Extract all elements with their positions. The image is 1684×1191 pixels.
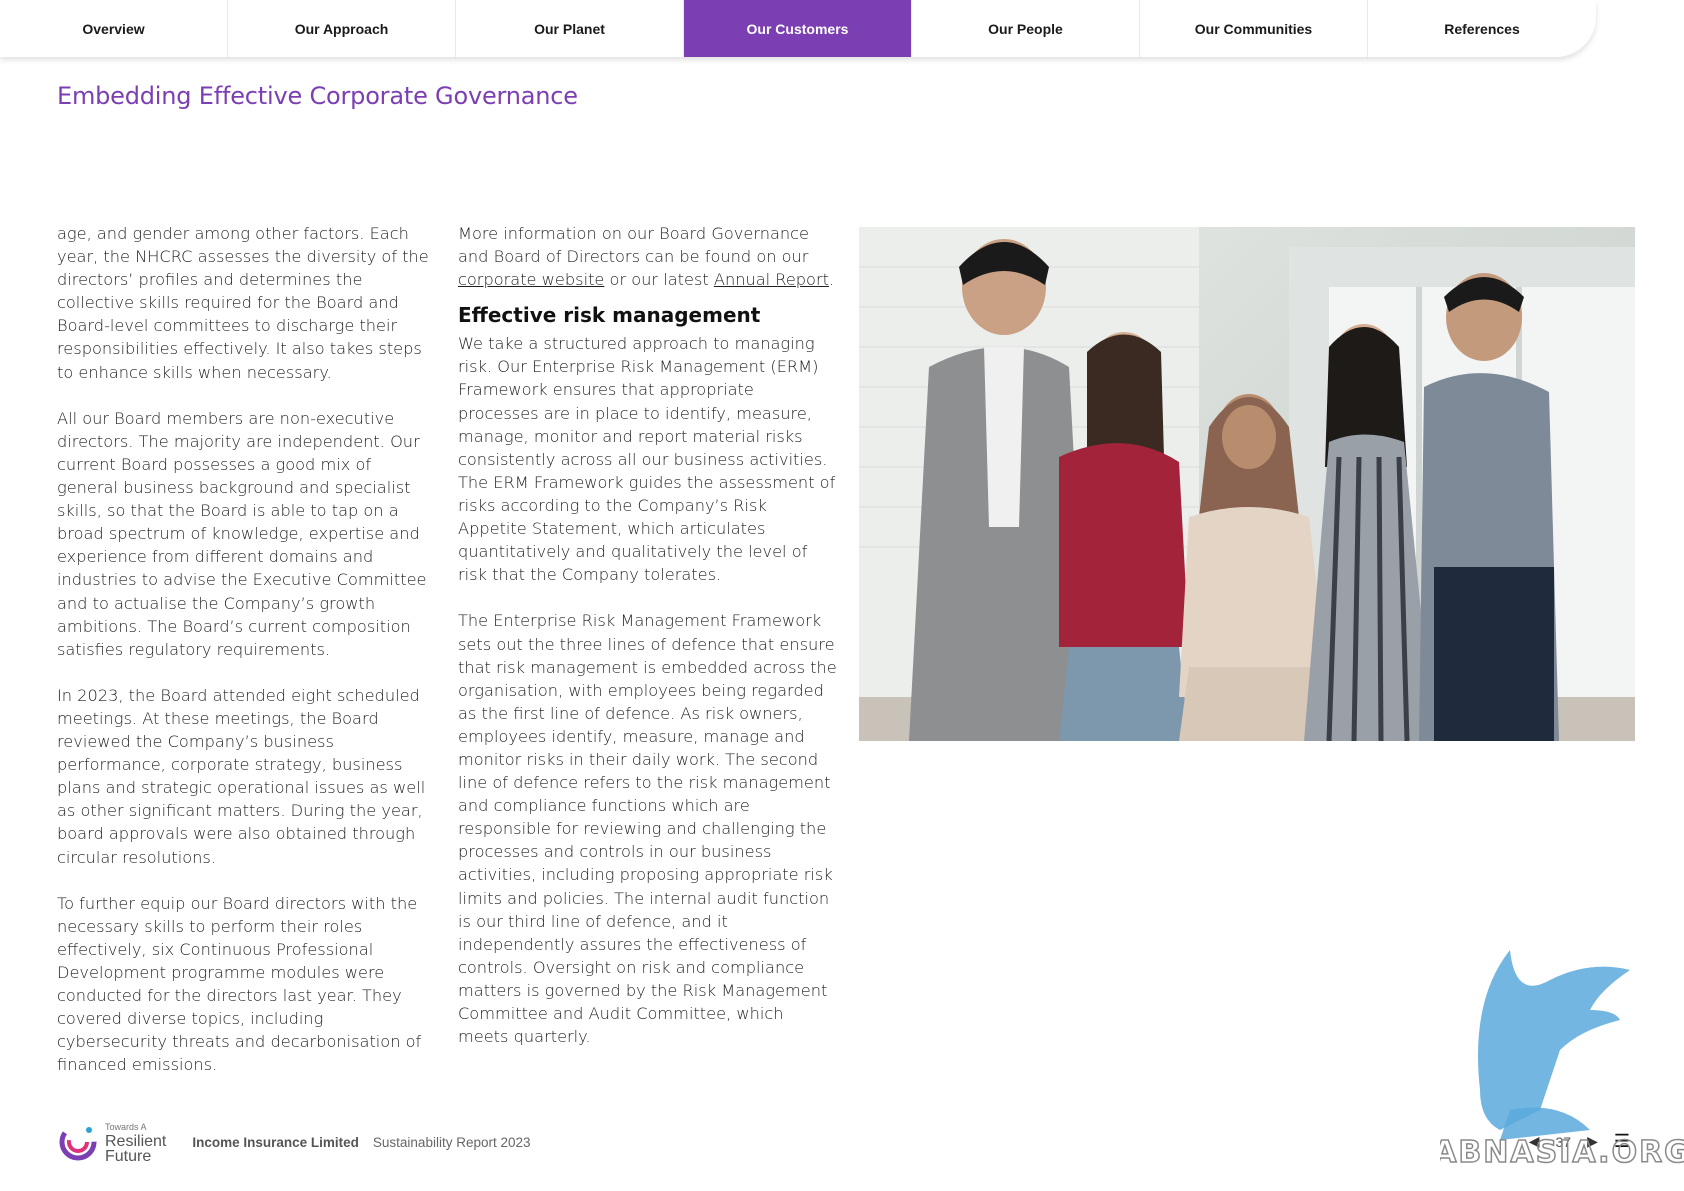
- tab-our-customers[interactable]: Our Customers: [684, 0, 912, 57]
- paragraph: All our Board members are non-executive …: [57, 408, 427, 659]
- previous-page-icon[interactable]: ◀: [1529, 1133, 1540, 1150]
- tab-our-people[interactable]: Our People: [912, 0, 1140, 57]
- intro-text: .: [828, 270, 835, 290]
- page-title: Embedding Effective Corporate Governance: [57, 82, 578, 110]
- company-name: Income Insurance Limited: [192, 1134, 359, 1150]
- corporate-website-link[interactable]: corporate website: [458, 270, 604, 289]
- next-page-icon[interactable]: ▶: [1587, 1133, 1598, 1150]
- page-navigation: ◀ 37 ▶ ☰: [1529, 1131, 1630, 1152]
- logo-wordmark: Towards A Resilient Future: [105, 1120, 167, 1165]
- report-name: Sustainability Report 2023: [372, 1134, 531, 1150]
- annual-report-link[interactable]: Annual Report: [714, 270, 829, 289]
- paragraph: To further equip our Board directors wit…: [57, 893, 422, 1075]
- tab-our-communities[interactable]: Our Communities: [1140, 0, 1368, 57]
- tab-our-approach[interactable]: Our Approach: [228, 0, 456, 57]
- tab-overview[interactable]: Overview: [0, 0, 228, 57]
- paragraph: In 2023, the Board attended eight schedu…: [57, 685, 426, 867]
- paragraph: age, and gender among other factors. Eac…: [57, 224, 429, 382]
- paragraph: We take a structured approach to managin…: [458, 334, 836, 585]
- menu-icon[interactable]: ☰: [1614, 1131, 1630, 1152]
- footer: Towards A Resilient Future Income Insura…: [57, 1118, 531, 1166]
- logo-tagline: Towards A: [105, 1122, 147, 1132]
- logo-line: Resilient: [105, 1133, 167, 1150]
- logo-line: Future: [105, 1148, 152, 1165]
- intro-text: or our latest: [609, 270, 709, 290]
- team-photo: [859, 227, 1635, 741]
- tab-our-planet[interactable]: Our Planet: [456, 0, 684, 57]
- intro-text: More information on our Board Governance…: [458, 224, 809, 267]
- company-logo[interactable]: Towards A Resilient Future: [57, 1120, 167, 1165]
- page-number: 37: [1555, 1133, 1572, 1150]
- resilient-future-logo-icon: [59, 1123, 97, 1161]
- tab-references[interactable]: References: [1368, 0, 1596, 57]
- top-navigation: Overview Our Approach Our Planet Our Cus…: [0, 0, 1596, 57]
- section-heading: Effective risk management: [458, 303, 761, 328]
- text-column-middle: More information on our Board Governance…: [458, 222, 838, 1071]
- paragraph: The Enterprise Risk Management Framework…: [458, 611, 837, 1047]
- team-photo-illustration: [859, 227, 1635, 741]
- text-column-left: age, and gender among other factors. Eac…: [57, 222, 437, 1100]
- board-info-paragraph: More information on our Board Governance…: [458, 222, 838, 291]
